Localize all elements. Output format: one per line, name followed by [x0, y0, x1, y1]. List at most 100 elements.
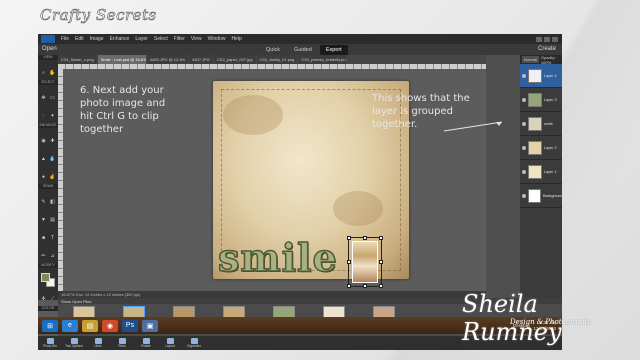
- maximize-icon[interactable]: [544, 36, 550, 42]
- doc-tab-active[interactable]: Smile : Lost.psd @ 16.6% (Layer 4, RGB/8…: [97, 55, 146, 64]
- transform-handle[interactable]: [347, 260, 351, 264]
- lasso-tool-icon[interactable]: ◌: [40, 113, 47, 120]
- blend-mode-select[interactable]: Normal: [522, 56, 539, 63]
- menu-window[interactable]: Window: [205, 36, 229, 42]
- doc-tab[interactable]: 4407.JPG: [189, 55, 213, 64]
- menu-help[interactable]: Help: [228, 36, 244, 42]
- rotate-button[interactable]: Rotate: [134, 336, 158, 350]
- layers-panel: Normal Opacity: 100% Layer 4 Layer 3 smi…: [520, 55, 562, 300]
- redo-button[interactable]: Redo: [110, 336, 134, 350]
- eye-icon[interactable]: [522, 169, 526, 174]
- transform-handle[interactable]: [363, 284, 367, 288]
- signature-tagline: Design & Photography: [510, 318, 591, 326]
- foreground-color-swatch[interactable]: [41, 273, 50, 282]
- tab-guided[interactable]: Guided: [288, 45, 318, 55]
- layer-row[interactable]: smile: [520, 112, 562, 136]
- eraser-tool-icon[interactable]: ◧: [49, 199, 56, 206]
- transform-handle[interactable]: [379, 260, 383, 264]
- layer-row[interactable]: Background: [520, 184, 562, 208]
- create-button[interactable]: Create: [538, 46, 556, 52]
- layer-name: Layer 2: [544, 145, 557, 150]
- shape-tool-icon[interactable]: ■: [40, 235, 47, 242]
- document-tabs: CS1_flower_c.png Smile : Lost.psd @ 16.6…: [58, 55, 486, 64]
- doc-tab[interactable]: 4405.JPG @ 12.4%: [146, 55, 189, 64]
- transform-handle[interactable]: [347, 284, 351, 288]
- magic-wand-tool-icon[interactable]: ✦: [49, 113, 56, 120]
- layer-row[interactable]: Layer 1: [520, 160, 562, 184]
- sponge-tool-icon[interactable]: ●: [40, 174, 47, 181]
- eye-icon[interactable]: [522, 121, 526, 126]
- marquee-tool-icon[interactable]: ▭: [49, 95, 56, 102]
- smile-word-art: smile: [217, 235, 338, 280]
- layer-thumbnail: [528, 140, 542, 155]
- brush-tool-icon[interactable]: ✎: [40, 199, 47, 206]
- close-icon[interactable]: [552, 36, 558, 42]
- paper-stain: [333, 191, 383, 226]
- open-button[interactable]: Open: [42, 46, 57, 52]
- red-eye-tool-icon[interactable]: ◉: [40, 138, 47, 145]
- healing-brush-icon[interactable]: ✚: [49, 138, 56, 145]
- eyedropper-icon[interactable]: ⊿: [49, 253, 56, 260]
- minimize-icon[interactable]: [536, 36, 542, 42]
- tool-options-button[interactable]: Tool Options: [62, 336, 86, 350]
- content-aware-move-icon[interactable]: ✜: [40, 296, 47, 303]
- status-bar: 16.67% Doc: 12 inches x 12 inches (300 p…: [58, 291, 486, 298]
- doc-tab[interactable]: CS2_jewelry_butterfly.png: [298, 55, 347, 64]
- eye-icon[interactable]: [522, 145, 526, 150]
- transform-handle[interactable]: [347, 236, 351, 240]
- layer-name: Background: [543, 193, 562, 198]
- toolbox-section-color: COLOR: [38, 306, 58, 311]
- layer-thumbnail: [528, 68, 542, 83]
- eye-icon[interactable]: [522, 193, 526, 198]
- photo-bin-button[interactable]: Photo Bin: [38, 336, 62, 350]
- menu-image[interactable]: Image: [87, 36, 107, 42]
- transform-handle[interactable]: [363, 236, 367, 240]
- menu-filter[interactable]: Filter: [171, 36, 188, 42]
- paint-bucket-icon[interactable]: ▼: [40, 217, 47, 224]
- transform-bounding-box[interactable]: [347, 236, 383, 288]
- undo-button[interactable]: Undo: [86, 336, 110, 350]
- hand-tool-icon[interactable]: ✋: [49, 70, 56, 77]
- type-tool-icon[interactable]: T: [49, 235, 56, 242]
- layer-row[interactable]: Layer 2: [520, 136, 562, 160]
- layout-button[interactable]: Layout: [158, 336, 182, 350]
- file-explorer-icon[interactable]: ▤: [82, 319, 98, 332]
- doc-tab[interactable]: CS1_flower_c.png: [58, 55, 97, 64]
- transform-handle[interactable]: [379, 284, 383, 288]
- instruction-callout: 6. Next add your photo image and hit Ctr…: [80, 85, 166, 135]
- toolbox: VIEW ⌕ ✋ SELECT ✥ ▭ ◌ ✦ ENHANCE ◉ ✚ ▲ 💧 ● ☝ DR…: [38, 55, 58, 311]
- menu-layer[interactable]: Layer: [132, 36, 151, 42]
- straighten-tool-icon[interactable]: ⟋: [49, 296, 56, 303]
- eye-icon[interactable]: [522, 97, 526, 102]
- start-button-icon[interactable]: ⊞: [42, 319, 58, 332]
- layer-thumbnail: [527, 188, 541, 203]
- move-tool-icon[interactable]: ✥: [40, 95, 47, 102]
- transform-handle[interactable]: [379, 236, 383, 240]
- pencil-tool-icon[interactable]: ✏: [40, 253, 47, 260]
- doc-tab[interactable]: CS2_family_01.png: [256, 55, 298, 64]
- organizer-taskbar-icon[interactable]: ▣: [142, 319, 158, 332]
- clone-stamp-icon[interactable]: ▲: [40, 156, 47, 163]
- opacity-field[interactable]: Opacity: 100%: [541, 55, 560, 65]
- internet-explorer-icon[interactable]: e: [62, 319, 78, 332]
- blur-tool-icon[interactable]: 💧: [49, 156, 56, 163]
- layer-row[interactable]: Layer 3: [520, 88, 562, 112]
- layer-row[interactable]: Layer 4: [520, 64, 562, 88]
- chrome-icon[interactable]: ◉: [102, 319, 118, 332]
- menu-edit[interactable]: Edit: [72, 36, 87, 42]
- menu-view[interactable]: View: [188, 36, 205, 42]
- app-logo-icon: [41, 35, 55, 43]
- layer-name: Layer 3: [544, 97, 557, 102]
- organizer-button[interactable]: Organizer: [182, 336, 206, 350]
- smudge-tool-icon[interactable]: ☝: [49, 174, 56, 181]
- tab-quick[interactable]: Quick: [260, 45, 286, 55]
- eye-icon[interactable]: [522, 73, 526, 78]
- menu-enhance[interactable]: Enhance: [107, 36, 133, 42]
- photoshop-elements-icon[interactable]: Ps: [122, 319, 138, 332]
- gradient-tool-icon[interactable]: ▤: [49, 217, 56, 224]
- tab-expert[interactable]: Expert: [319, 45, 348, 55]
- menu-file[interactable]: File: [58, 36, 72, 42]
- doc-tab[interactable]: CS2_paper_007.jpg: [213, 55, 256, 64]
- zoom-tool-icon[interactable]: ⌕: [40, 70, 47, 77]
- menu-select[interactable]: Select: [151, 36, 171, 42]
